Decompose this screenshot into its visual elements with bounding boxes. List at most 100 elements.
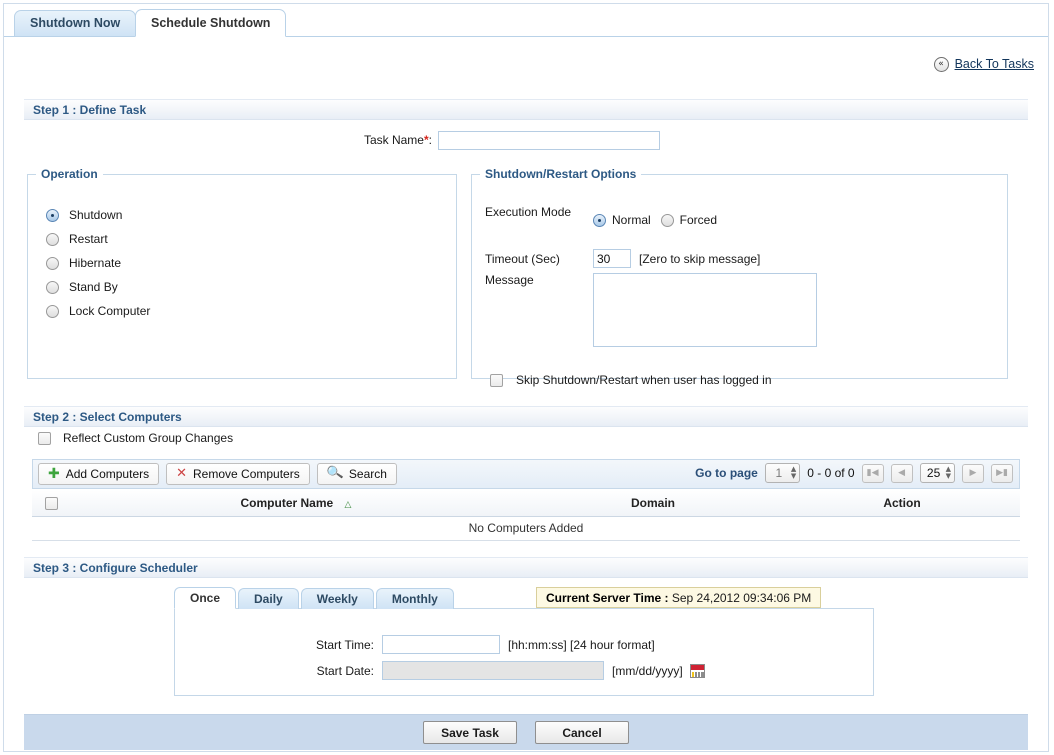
reflect-custom-group-label: Reflect Custom Group Changes	[63, 431, 234, 445]
message-row: Message	[485, 273, 817, 347]
schedule-shutdown-page: Shutdown Now Schedule Shutdown « Back To…	[0, 0, 1054, 755]
execution-mode-radio-group: Normal Forced	[593, 205, 717, 227]
column-domain[interactable]: Domain	[522, 490, 784, 517]
message-label: Message	[485, 273, 534, 287]
tab-weekly[interactable]: Weekly	[300, 588, 374, 609]
magnifier-icon: 🔍	[325, 464, 345, 483]
page-number-spinner[interactable]: 1 ▲ ▼	[764, 463, 801, 483]
table-header-row: Computer Name △ Domain Action	[32, 490, 1020, 517]
remove-computers-button[interactable]: ✕ Remove Computers	[166, 463, 310, 485]
task-name-colon: :	[428, 133, 432, 147]
radio-stand-by[interactable]	[46, 280, 59, 294]
prev-page-icon[interactable]: ◀	[890, 463, 913, 483]
step3-header: Step 3 : Configure Scheduler	[24, 557, 1028, 578]
start-date-input[interactable]	[382, 661, 604, 680]
select-all-header	[32, 490, 70, 517]
computers-toolbar: ✚ Add Computers ✕ Remove Computers 🔍 Sea…	[32, 459, 1020, 489]
execution-mode-label-forced: Forced	[679, 213, 718, 227]
double-chevron-left-icon[interactable]: «	[933, 56, 949, 72]
operation-label-shutdown: Shutdown	[69, 208, 123, 222]
radio-hibernate[interactable]	[46, 256, 59, 270]
page-size-value: 25	[926, 466, 941, 480]
form-footer: Save Task Cancel	[24, 714, 1028, 750]
operation-option-stand-by[interactable]: Stand By	[46, 275, 150, 299]
tab-once[interactable]: Once	[174, 587, 237, 609]
execution-mode-label-normal: Normal	[612, 213, 651, 227]
record-range-text: 0 - 0 of 0	[807, 466, 855, 480]
scheduler-sub-tabs: Once Daily Weekly Monthly	[174, 587, 456, 609]
step1-header: Step 1 : Define Task	[24, 99, 1028, 120]
plus-icon: ✚	[48, 466, 60, 482]
page-size-spinner[interactable]: 25 ▲ ▼	[919, 463, 955, 483]
radio-forced[interactable]	[660, 213, 674, 227]
last-page-icon[interactable]: ▶▮	[991, 463, 1013, 483]
skip-shutdown-checkbox[interactable]	[490, 373, 503, 387]
operation-legend: Operation	[41, 167, 98, 181]
search-button[interactable]: 🔍 Search	[316, 463, 397, 485]
select-all-checkbox[interactable]	[44, 496, 58, 510]
tab-monthly[interactable]: Monthly	[375, 588, 454, 609]
computers-table: Computer Name △ Domain Action No Compute…	[32, 490, 1020, 541]
start-time-input[interactable]	[382, 635, 500, 654]
timeout-label: Timeout (Sec)	[485, 251, 560, 266]
column-computer-name[interactable]: Computer Name △	[70, 490, 522, 517]
save-task-button[interactable]: Save Task	[423, 721, 517, 744]
operation-fieldset: Operation Shutdown Restart Hibernate Sta…	[27, 167, 457, 379]
tab-daily[interactable]: Daily	[238, 588, 299, 609]
execution-mode-row: Execution Mode Normal Forced	[485, 205, 717, 227]
radio-lock-computer[interactable]	[46, 304, 59, 318]
skip-shutdown-label: Skip Shutdown/Restart when user has logg…	[516, 373, 772, 387]
server-time-label: Current Server Time :	[546, 591, 669, 605]
start-time-format-hint: [hh:mm:ss] [24 hour format]	[508, 637, 655, 652]
page-number-value: 1	[775, 466, 783, 480]
radio-shutdown[interactable]	[46, 208, 59, 222]
operation-option-restart[interactable]: Restart	[46, 227, 150, 251]
skip-shutdown-row[interactable]: Skip Shutdown/Restart when user has logg…	[490, 373, 772, 387]
reflect-custom-group-checkbox[interactable]	[38, 431, 51, 445]
next-page-icon[interactable]: ▶	[962, 463, 984, 483]
operation-label-restart: Restart	[69, 232, 108, 246]
start-date-row: Start Date: [mm/dd/yyyy]	[310, 661, 705, 680]
execution-mode-option-normal[interactable]: Normal	[593, 213, 651, 227]
task-name-row: Task Name*:	[24, 128, 1028, 152]
cancel-button[interactable]: Cancel	[535, 721, 629, 744]
operation-option-shutdown[interactable]: Shutdown	[46, 203, 150, 227]
task-name-label-text: Task Name	[363, 133, 424, 147]
back-to-tasks[interactable]: « Back To Tasks	[933, 54, 1034, 74]
first-page-icon[interactable]: ▮◀	[861, 463, 884, 483]
reflect-custom-group-row[interactable]: Reflect Custom Group Changes	[38, 431, 233, 445]
step2-header: Step 2 : Select Computers	[24, 406, 1028, 427]
shutdown-restart-options-fieldset: Shutdown/Restart Options Execution Mode …	[471, 167, 1008, 387]
message-textarea[interactable]	[593, 273, 817, 347]
start-date-format-hint: [mm/dd/yyyy]	[612, 663, 683, 678]
goto-page-label: Go to page	[695, 466, 758, 480]
timeout-input[interactable]	[593, 249, 631, 268]
task-name-input[interactable]	[438, 130, 660, 150]
execution-mode-label: Execution Mode	[485, 205, 572, 219]
back-to-tasks-label[interactable]: Back To Tasks	[955, 57, 1034, 71]
main-tab-strip: Shutdown Now Schedule Shutdown	[4, 4, 1048, 37]
sort-ascending-icon: △	[344, 499, 352, 510]
calendar-icon[interactable]	[689, 663, 705, 678]
tab-schedule-shutdown[interactable]: Schedule Shutdown	[135, 9, 287, 37]
options-legend: Shutdown/Restart Options	[485, 167, 637, 181]
timeout-row: Timeout (Sec) [Zero to skip message]	[485, 249, 760, 268]
add-computers-label: Add Computers	[65, 467, 150, 481]
operation-option-hibernate[interactable]: Hibernate	[46, 251, 150, 275]
no-computers-added-text: No Computers Added	[32, 516, 1020, 541]
add-computers-button[interactable]: ✚ Add Computers	[38, 463, 160, 485]
radio-normal[interactable]	[593, 213, 606, 227]
remove-computers-label: Remove Computers	[193, 467, 300, 481]
task-name-label: Task Name*:	[24, 133, 438, 147]
operation-option-lock-computer[interactable]: Lock Computer	[46, 299, 150, 323]
scheduler-panel: Start Time: [hh:mm:ss] [24 hour format] …	[174, 608, 874, 696]
tab-shutdown-now[interactable]: Shutdown Now	[14, 10, 137, 36]
timeout-hint: [Zero to skip message]	[639, 251, 761, 266]
window-frame: Shutdown Now Schedule Shutdown « Back To…	[3, 3, 1049, 752]
execution-mode-option-forced[interactable]: Forced	[660, 213, 718, 227]
column-computer-name-label: Computer Name	[240, 495, 334, 510]
pagination-controls: Go to page 1 ▲ ▼ 0 - 0 of 0 ▮◀ ◀ 25 ▲ ▼ ▶ …	[695, 463, 1013, 483]
table-empty-row: No Computers Added	[32, 516, 1020, 541]
radio-restart[interactable]	[46, 232, 59, 246]
operation-label-hibernate: Hibernate	[69, 256, 122, 270]
